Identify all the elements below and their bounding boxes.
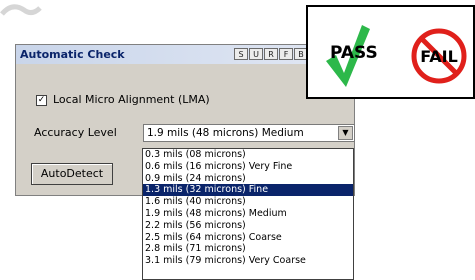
lma-label[interactable]: Local Micro Alignment (LMA) <box>53 93 210 106</box>
lma-checkbox[interactable]: ✓ <box>36 95 47 106</box>
accuracy-level-value: 1.9 mils (48 microns) Medium <box>147 127 304 139</box>
accuracy-level-label: Accuracy Level <box>34 126 117 139</box>
title-button-s[interactable]: S <box>234 48 248 60</box>
dropdown-option[interactable]: 2.8 mils (71 microns) <box>143 243 353 255</box>
dropdown-option[interactable]: 3.1 mils (79 microns) Very Coarse <box>143 255 353 267</box>
dropdown-option[interactable]: 0.6 mils (16 microns) Very Fine <box>143 161 353 173</box>
autodetect-button[interactable]: AutoDetect <box>31 163 113 185</box>
dropdown-option[interactable]: 2.2 mils (56 microns) <box>143 220 353 232</box>
dialog-title: Automatic Check <box>20 48 125 61</box>
dropdown-option[interactable]: 2.5 mils (64 microns) Coarse <box>143 232 353 244</box>
dropdown-option[interactable]: 0.3 mils (08 microns) <box>143 149 353 161</box>
dropdown-option[interactable]: 0.9 mils (24 microns) <box>143 173 353 185</box>
accuracy-level-select[interactable]: 1.9 mils (48 microns) Medium ▼ <box>143 124 355 142</box>
dropdown-option-selected[interactable]: 1.3 mils (32 microns) Fine <box>143 184 353 197</box>
checkmark-icon: ✓ <box>37 95 46 105</box>
dropdown-option[interactable]: 1.9 mils (48 microns) Medium <box>143 208 353 220</box>
pass-label: PASS <box>330 43 378 63</box>
title-bar: Automatic Check S U R F B <box>16 45 354 64</box>
title-button-f[interactable]: F <box>279 48 293 60</box>
pass-fail-panel: PASS FAIL <box>306 5 475 99</box>
title-buttons: S U R F B <box>234 48 309 60</box>
accuracy-dropdown-list: 0.3 mils (08 microns) 0.6 mils (16 micro… <box>142 148 354 280</box>
title-button-r[interactable]: R <box>264 48 278 60</box>
fail-prohibition-icon: FAIL <box>411 28 467 84</box>
fail-label: FAIL <box>420 47 458 66</box>
dropdown-option[interactable]: 1.6 mils (40 microns) <box>143 196 353 208</box>
ghost-fragment <box>0 4 42 16</box>
title-button-u[interactable]: U <box>249 48 263 60</box>
dropdown-arrow-icon[interactable]: ▼ <box>338 126 353 140</box>
